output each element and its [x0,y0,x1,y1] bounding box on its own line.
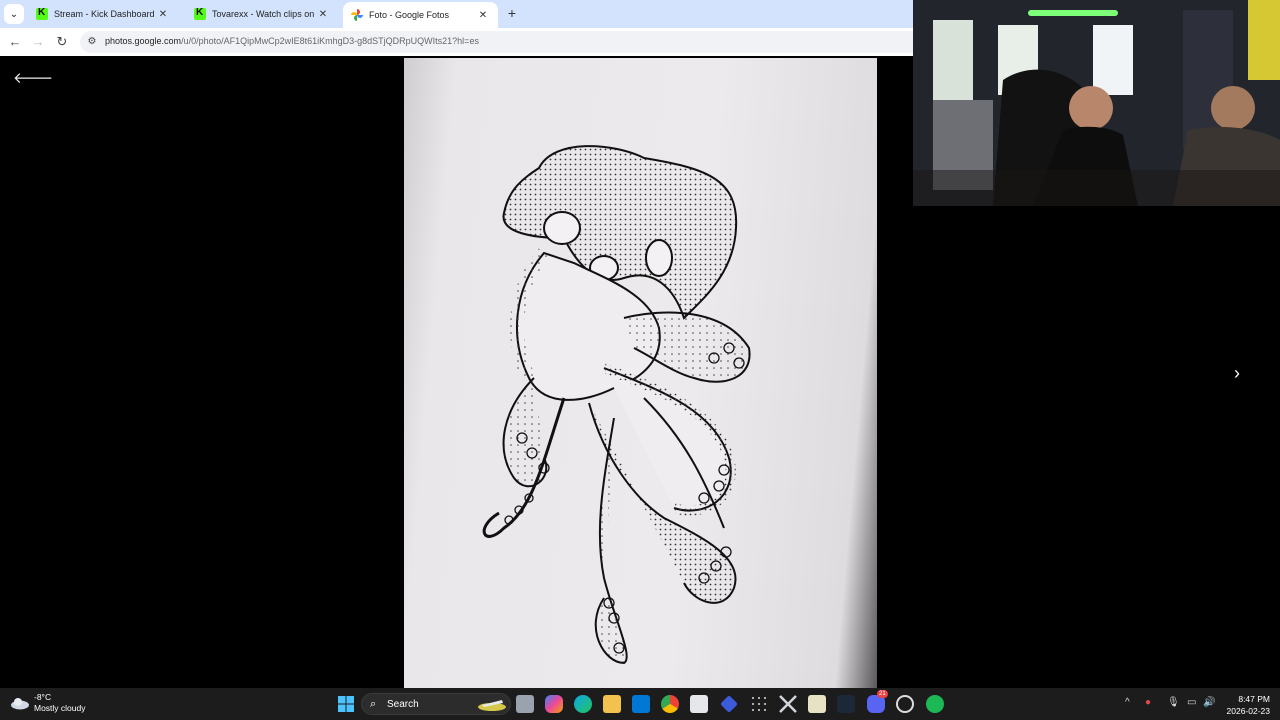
microphone-icon[interactable]: 🎙 [1167,697,1180,708]
browser-toolbar: ← → ↻ ⚙ photos.google.com/u/0/photo/AF1Q… [0,28,913,56]
address-bar[interactable]: ⚙ photos.google.com/u/0/photo/AF1QipMwCp… [80,31,913,53]
system-clock[interactable]: 8:47 PM 2026-02-23 [1222,693,1270,717]
tab-strip: ⌄ Stream - Kick Dashboard ✕ Tovarexx - W… [0,0,913,28]
tab-title: Tovarexx - Watch clips on Kick [212,9,316,19]
tab-google-photos[interactable]: Foto - Google Fotos ✕ [343,2,498,28]
tab-search-button[interactable]: ⌄ [4,4,24,24]
discord-badge: 21 [877,690,888,698]
octopus-drawing-photo[interactable] [404,58,877,688]
notepad-icon[interactable] [808,695,826,713]
forward-icon[interactable]: → [30,34,46,50]
webcam-overlay [913,0,1280,206]
kick-icon [36,7,48,20]
kick-icon [194,7,206,20]
steam-icon[interactable] [837,695,855,713]
octopus-sketch-image [482,145,751,665]
close-icon[interactable]: ✕ [156,9,170,20]
spotify-icon[interactable] [926,695,944,713]
cloud-icon [11,698,29,710]
photo-viewer: 🡐 [0,58,913,688]
volume-icon[interactable]: 🔊 [1203,697,1215,708]
clock-time: 8:47 PM [1238,694,1270,704]
app-tray-icon[interactable]: ● [1145,697,1151,708]
back-arrow-icon[interactable]: 🡐 [13,71,53,87]
edge-icon[interactable] [574,695,592,713]
discord-icon[interactable]: 21 [867,690,888,713]
tab-title: Stream - Kick Dashboard [54,9,155,19]
url-path: /u/0/photo/AF1QipMwCp2wIE8t61iKmhgD3-g8d… [181,36,479,46]
google-photos-icon [351,9,363,21]
task-view-icon[interactable] [516,695,534,713]
weather-widget[interactable]: -8°C Mostly cloudy [10,692,86,714]
clock-date: 2026-02-23 [1226,706,1270,716]
chevron-up-icon[interactable]: ^ [1125,697,1130,708]
chevron-down-icon: ⌄ [9,8,19,20]
close-icon[interactable]: ✕ [476,10,490,21]
network-icon[interactable]: ▭ [1187,697,1196,708]
url-host: photos.google.com [105,36,182,46]
back-icon[interactable]: ← [7,34,23,50]
file-explorer-icon[interactable] [603,695,621,713]
reload-icon[interactable]: ↻ [54,34,70,50]
taskbar: -8°C Mostly cloudy ⌕ Search 21 ^ ● 🎙 ▭ 🔊… [0,688,1280,720]
url-text[interactable]: photos.google.com/u/0/photo/AF1QipMwCp2w… [105,36,479,46]
store-icon[interactable] [690,695,708,713]
search-icon: ⌕ [370,698,377,710]
search-label: Search [387,699,419,710]
next-photo-icon[interactable]: › [1234,364,1250,382]
app-diamond-icon[interactable] [720,695,738,713]
site-info-icon[interactable]: ⚙ [86,36,98,48]
new-tab-button[interactable]: + [504,5,520,21]
windows-start-icon[interactable] [337,695,355,713]
weather-temp: -8°C [34,692,52,702]
apps-grid-icon[interactable] [750,695,768,713]
chrome-icon[interactable] [661,695,679,713]
outlook-icon[interactable] [632,695,650,713]
webcam-feed-image [913,0,1280,206]
browser-window: ⌄ Stream - Kick Dashboard ✕ Tovarexx - W… [0,0,913,688]
tab-kick-dashboard[interactable]: Stream - Kick Dashboard ✕ [28,2,178,26]
obs-icon[interactable] [896,695,914,713]
weather-desc: Mostly cloudy [34,703,86,713]
capcut-icon[interactable] [779,695,797,713]
copilot-icon[interactable] [545,695,563,713]
search-highlight-icon [478,700,506,711]
close-icon[interactable]: ✕ [316,9,330,20]
taskbar-search[interactable]: ⌕ Search [361,693,511,715]
tab-title: Foto - Google Fotos [369,10,450,20]
tab-kick-clips[interactable]: Tovarexx - Watch clips on Kick ✕ [186,2,338,26]
